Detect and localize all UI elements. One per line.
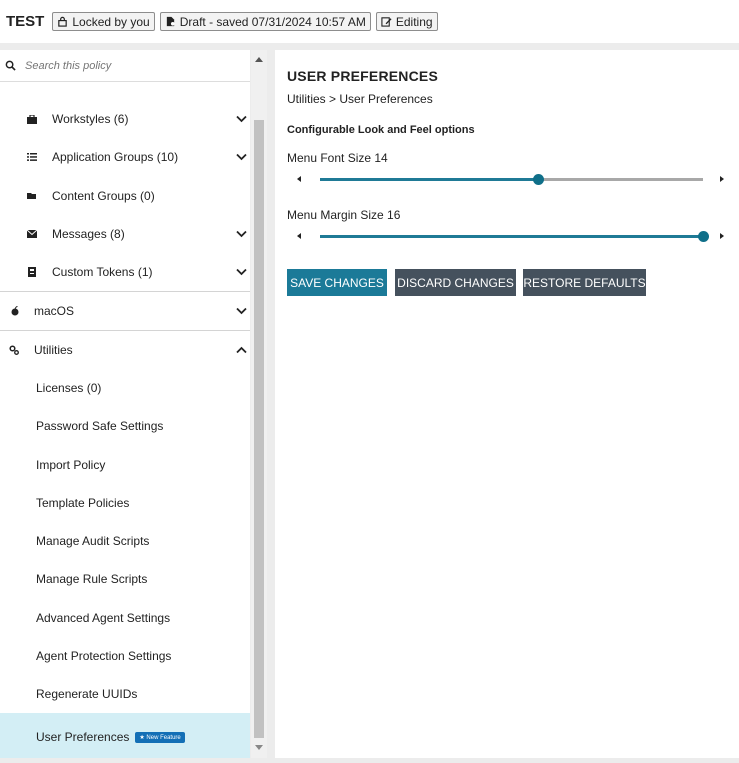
sidebar-item-custom-tokens[interactable]: Custom Tokens (1)	[0, 261, 250, 283]
sidebar-scrollbar[interactable]	[251, 50, 267, 758]
lock-status-chip[interactable]: Locked by you	[52, 12, 155, 31]
sidebar-item-application-groups[interactable]: Application Groups (10)	[0, 146, 250, 168]
sidebar-item-import-policy[interactable]: Import Policy	[0, 454, 250, 476]
sidebar-item-label: Licenses (0)	[36, 381, 102, 395]
slider-handle[interactable]	[533, 174, 545, 185]
sidebar-item-label: Application Groups (10)	[52, 150, 179, 164]
user-preferences-label-wrap: User Preferences ★ New Feature	[36, 730, 185, 744]
sidebar-item-label: Import Policy	[36, 458, 106, 472]
sidebar-item-label: Password Safe Settings	[36, 419, 164, 433]
sidebar-item-label: Template Policies	[36, 496, 130, 510]
font-size-label: Menu Font Size 14	[287, 151, 388, 165]
divider	[0, 291, 250, 292]
page-title: USER PREFERENCES	[287, 68, 439, 84]
edit-icon	[381, 17, 392, 27]
apple-icon	[10, 306, 20, 316]
sidebar-item-label: Utilities	[34, 343, 73, 357]
search-input[interactable]	[25, 59, 225, 72]
sidebar-item-label: Regenerate UUIDs	[36, 687, 138, 701]
scroll-down-arrow-icon[interactable]	[255, 745, 263, 750]
sidebar-item-label: Workstyles (6)	[52, 112, 129, 126]
sidebar-item-regenerate-uuids[interactable]: Regenerate UUIDs	[0, 683, 250, 705]
main-panel: USER PREFERENCES Utilities > User Prefer…	[275, 50, 739, 758]
gears-icon	[9, 345, 19, 355]
sidebar-item-label: Advanced Agent Settings	[36, 611, 171, 625]
sidebar-item-user-preferences[interactable]: User Preferences ★ New Feature	[0, 713, 250, 758]
draft-status-label: Draft - saved 07/31/2024 10:57 AM	[179, 14, 366, 29]
folder-icon	[27, 191, 37, 201]
draft-status-chip[interactable]: Draft - saved 07/31/2024 10:57 AM	[159, 12, 371, 31]
new-feature-badge: ★ New Feature	[135, 732, 185, 743]
sidebar-item-label: Content Groups (0)	[52, 189, 155, 203]
sidebar-item-label: Manage Rule Scripts	[36, 572, 148, 586]
chevron-down-icon[interactable]	[236, 153, 247, 161]
chevron-down-icon[interactable]	[236, 307, 247, 315]
policy-name: TEST	[6, 13, 45, 30]
slider-fill	[320, 178, 539, 181]
slider-handle[interactable]	[698, 231, 709, 242]
sidebar-item-licenses[interactable]: Licenses (0)	[0, 377, 250, 399]
sidebar-item-content-groups[interactable]: Content Groups (0)	[0, 185, 250, 207]
slider-decrease-icon[interactable]	[297, 233, 301, 239]
sidebar-item-agent-protection-settings[interactable]: Agent Protection Settings	[0, 645, 250, 667]
chevron-down-icon[interactable]	[236, 115, 247, 123]
slider-increase-icon[interactable]	[720, 233, 724, 239]
font-size-slider[interactable]	[297, 173, 727, 185]
list-icon	[27, 152, 37, 162]
sidebar-item-advanced-agent-settings[interactable]: Advanced Agent Settings	[0, 607, 250, 629]
editing-status-chip[interactable]: Editing	[375, 12, 438, 31]
divider	[0, 330, 250, 331]
scrollbar-thumb[interactable]	[254, 120, 264, 738]
slider-track[interactable]	[320, 231, 709, 242]
briefcase-icon	[27, 114, 37, 124]
sidebar-item-template-policies[interactable]: Template Policies	[0, 492, 250, 514]
slider-increase-icon[interactable]	[720, 176, 724, 182]
scroll-up-arrow-icon[interactable]	[255, 57, 263, 62]
sidebar-item-workstyles[interactable]: Workstyles (6)	[0, 108, 250, 130]
lock-status-label: Locked by you	[72, 14, 150, 29]
chevron-up-icon[interactable]	[236, 346, 247, 354]
margin-size-label: Menu Margin Size 16	[287, 208, 401, 222]
slider-track[interactable]	[320, 174, 703, 185]
discard-changes-button[interactable]: DISCARD CHANGES	[395, 269, 516, 296]
lock-icon	[58, 16, 68, 27]
chevron-down-icon[interactable]	[236, 268, 247, 276]
slider-decrease-icon[interactable]	[297, 176, 301, 182]
sidebar-item-messages[interactable]: Messages (8)	[0, 223, 250, 245]
restore-defaults-button[interactable]: RESTORE DEFAULTS	[523, 269, 646, 296]
sidebar-item-password-safe-settings[interactable]: Password Safe Settings	[0, 415, 250, 437]
policy-sidebar: Workstyles (6) Application Groups (10) C…	[0, 50, 250, 758]
sidebar-item-label: User Preferences	[36, 730, 130, 744]
sidebar-item-label: Manage Audit Scripts	[36, 534, 150, 548]
editing-status-label: Editing	[395, 14, 433, 29]
sidebar-item-label: Agent Protection Settings	[36, 649, 172, 663]
slider-fill	[320, 235, 703, 238]
breadcrumb: Utilities > User Preferences	[287, 92, 433, 106]
sidebar-item-label: macOS	[34, 304, 75, 318]
sidebar-item-label: Messages (8)	[52, 227, 125, 241]
sidebar-item-utilities[interactable]: Utilities	[0, 339, 250, 361]
margin-size-slider[interactable]	[297, 230, 727, 242]
search-bar	[0, 50, 250, 82]
envelope-icon	[27, 229, 37, 239]
sidebar-item-manage-rule-scripts[interactable]: Manage Rule Scripts	[0, 568, 250, 590]
document-icon	[166, 16, 175, 27]
chevron-down-icon[interactable]	[236, 230, 247, 238]
token-icon	[27, 267, 37, 277]
policy-header: TEST Locked by you Draft - saved 07/31/2…	[0, 0, 739, 43]
sidebar-item-label: Custom Tokens (1)	[52, 265, 153, 279]
sidebar-item-macos[interactable]: macOS	[0, 300, 250, 322]
sidebar-item-manage-audit-scripts[interactable]: Manage Audit Scripts	[0, 530, 250, 552]
search-icon	[5, 60, 16, 71]
section-title: Configurable Look and Feel options	[287, 124, 475, 136]
save-changes-button[interactable]: SAVE CHANGES	[287, 269, 387, 296]
